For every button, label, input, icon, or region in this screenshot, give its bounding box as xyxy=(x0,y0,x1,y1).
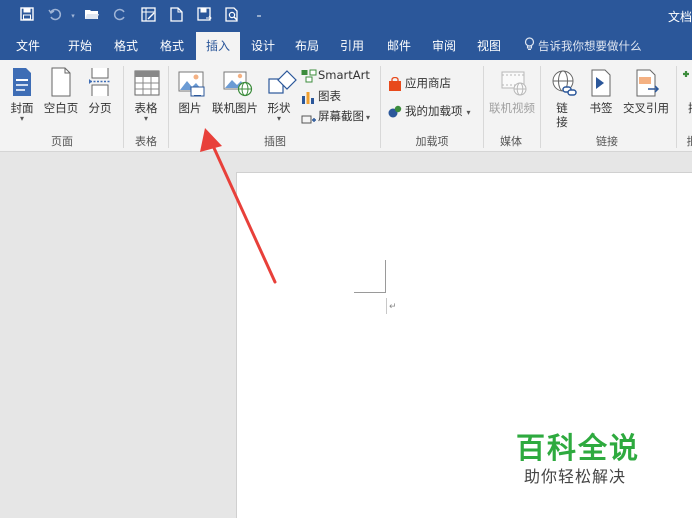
word-window: ▾ ₌ 文档 文件 开始 格式 格式 插入 设计 布局 引用 邮件 审阅 视图 … xyxy=(0,0,692,518)
watermark-subtitle: 助你轻松解决 xyxy=(524,467,627,486)
watermark-title: 百科全说 xyxy=(516,431,641,465)
